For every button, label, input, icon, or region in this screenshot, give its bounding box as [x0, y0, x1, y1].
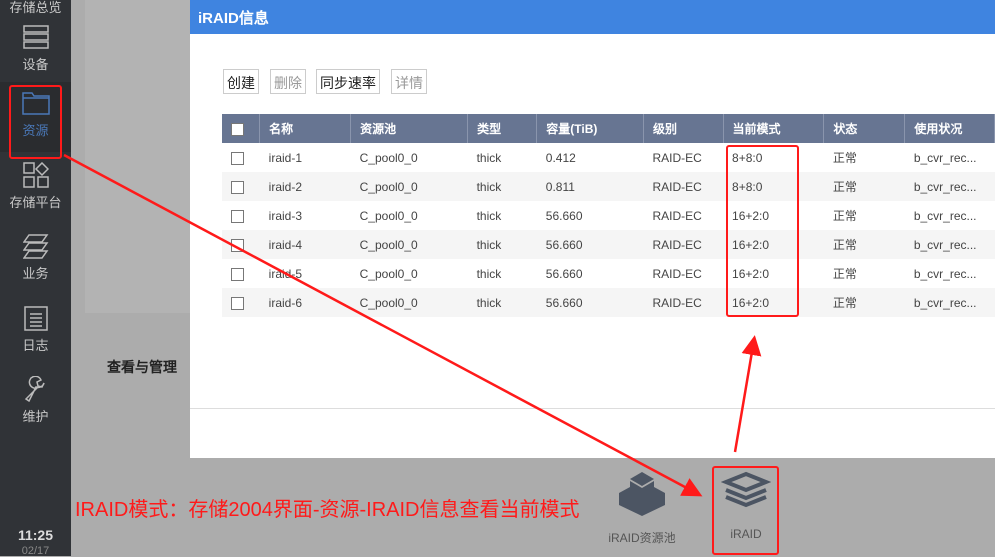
annotation-note: IRAID模式：存储2004界面-资源-IRAID信息查看当前模式 [75, 499, 580, 521]
annotation-arrows [63, 153, 762, 497]
arrow-to-mode [733, 335, 762, 453]
arrow-to-iraid [63, 153, 703, 497]
